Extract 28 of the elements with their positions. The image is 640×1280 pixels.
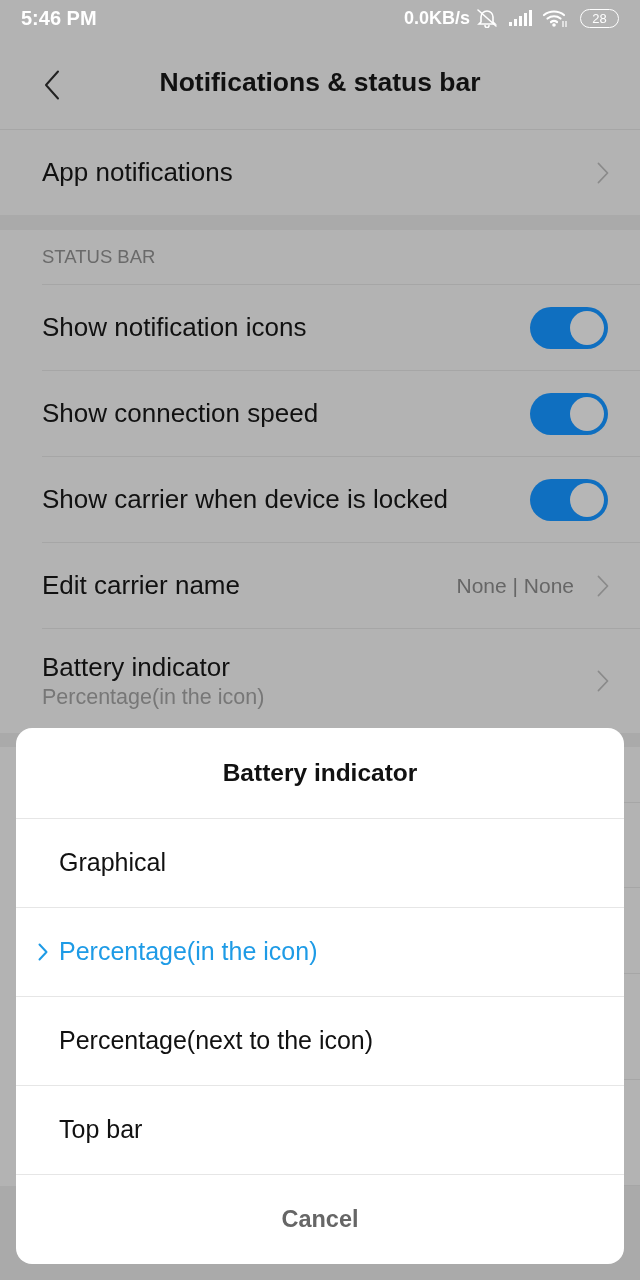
setting-subtitle: Percentage(in the icon) (42, 683, 266, 711)
toggle-switch[interactable] (530, 392, 608, 435)
clock-time: 5:46 PM (21, 6, 97, 31)
setting-label: Show connection speed (42, 397, 320, 430)
network-speed: 0.0KB/s (403, 6, 470, 30)
chevron-right-icon (597, 574, 609, 597)
toggle-switch[interactable] (530, 306, 608, 349)
toggle-switch[interactable] (530, 478, 608, 521)
setting-label: App notifications (42, 157, 234, 188)
option-item[interactable]: Graphical (16, 819, 624, 908)
chevron-left-icon (44, 70, 60, 100)
option-item[interactable]: Top bar (16, 1086, 624, 1175)
bell-off-icon (476, 8, 498, 28)
cancel-button[interactable]: Cancel (273, 1201, 367, 1238)
setting-value: None | None (456, 572, 574, 599)
option-item[interactable]: Percentage(next to the icon) (16, 997, 624, 1086)
setting-label: Show carrier when device is locked (42, 483, 450, 516)
setting-label: Edit carrier name (42, 570, 241, 601)
chevron-right-icon (597, 670, 609, 692)
setting-label: Battery indicator (42, 651, 231, 683)
page-title: Notifications & status bar (159, 65, 481, 99)
wifi-icon (542, 8, 568, 28)
chevron-right-icon (38, 943, 48, 961)
setting-label: Show notification icons (42, 311, 308, 344)
dialog-title: Battery indicator (222, 757, 418, 788)
section-heading: STATUS BAR (42, 245, 156, 270)
signal-bars-icon (508, 9, 532, 27)
chevron-right-icon (597, 161, 609, 184)
